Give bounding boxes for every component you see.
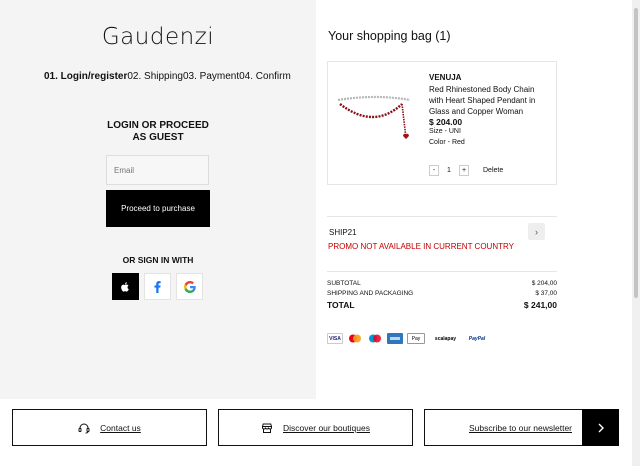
mastercard-icon bbox=[347, 333, 363, 344]
subtotal-value: $ 204,00 bbox=[531, 280, 557, 287]
product-image[interactable] bbox=[336, 90, 416, 155]
product-price: $ 204.00 bbox=[429, 117, 463, 127]
step-shipping: 02. Shipping bbox=[127, 71, 183, 82]
subtotal-row: SUBTOTAL $ 204,00 bbox=[327, 280, 557, 287]
product-size: Size - UNI bbox=[429, 128, 461, 135]
amex-icon bbox=[387, 333, 403, 344]
product-brand: VENUJA bbox=[429, 73, 462, 82]
product-color: Color - Red bbox=[429, 139, 465, 146]
apple-icon bbox=[121, 281, 129, 292]
applepay-label: Pay bbox=[411, 335, 421, 342]
total-row: TOTAL $ 241,00 bbox=[327, 300, 557, 310]
newsletter-field[interactable]: Subscribe to our newsletter bbox=[424, 409, 583, 446]
product-name[interactable]: Red Rhinestoned Body Chain with Heart Sh… bbox=[429, 84, 549, 117]
login-panel: Gaudenzi 01. Login/register02. Shipping0… bbox=[0, 0, 316, 399]
promo-code-input[interactable]: SHIP21 bbox=[329, 228, 357, 237]
google-signin-button[interactable] bbox=[176, 273, 203, 300]
step-login: 01. Login/register bbox=[44, 71, 128, 82]
shipping-value: $ 37,00 bbox=[535, 290, 557, 297]
contact-us-label: Contact us bbox=[100, 422, 141, 433]
subtotal-label: SUBTOTAL bbox=[327, 280, 361, 287]
step-confirm: 04. Confirm bbox=[239, 71, 291, 82]
contact-us-button[interactable]: Contact us bbox=[12, 409, 207, 446]
facebook-icon bbox=[154, 280, 161, 293]
payment-methods: VISA Pay scalapay PayPal bbox=[327, 333, 488, 344]
login-title-line1: LOGIN OR PROCEED bbox=[107, 120, 209, 131]
maestro-icon bbox=[367, 333, 383, 344]
divider bbox=[327, 271, 557, 272]
promo-error-message: PROMO NOT AVAILABLE IN CURRENT COUNTRY bbox=[328, 242, 514, 251]
paypal-icon: PayPal bbox=[466, 333, 488, 344]
quantity-stepper: - 1 + Delete bbox=[429, 165, 503, 176]
apply-promo-button[interactable]: › bbox=[528, 223, 545, 240]
or-sign-in-label: OR SIGN IN WITH bbox=[122, 255, 194, 265]
visa-icon: VISA bbox=[327, 333, 343, 344]
chevron-right-icon: › bbox=[535, 226, 538, 237]
newsletter-submit-button[interactable] bbox=[582, 409, 619, 446]
checkout-page: Gaudenzi 01. Login/register02. Shipping0… bbox=[0, 0, 640, 466]
bag-title: Your shopping bag (1) bbox=[328, 29, 451, 43]
scalapay-label: scalapay bbox=[434, 335, 457, 342]
store-icon bbox=[262, 423, 273, 433]
apple-signin-button[interactable] bbox=[112, 273, 139, 300]
login-title: LOGIN OR PROCEED AS GUEST bbox=[0, 120, 316, 144]
shipping-label: SHIPPING AND PACKAGING bbox=[327, 290, 414, 297]
brand-logo[interactable]: Gaudenzi bbox=[0, 24, 316, 50]
qty-increase-button[interactable]: + bbox=[459, 165, 469, 176]
checkout-steps: 01. Login/register02. Shipping03. Paymen… bbox=[44, 71, 291, 82]
divider bbox=[327, 216, 557, 217]
proceed-to-purchase-button[interactable]: Proceed to purchase bbox=[106, 190, 210, 227]
chevron-right-icon bbox=[598, 423, 604, 432]
discover-boutiques-button[interactable]: Discover our boutiques bbox=[218, 409, 413, 446]
qty-decrease-button[interactable]: - bbox=[429, 165, 439, 176]
delete-item-link[interactable]: Delete bbox=[483, 167, 503, 174]
scalapay-icon: scalapay bbox=[429, 333, 462, 344]
google-icon bbox=[183, 280, 196, 293]
headset-icon bbox=[78, 423, 90, 433]
email-field[interactable] bbox=[106, 155, 209, 185]
discover-boutiques-label: Discover our boutiques bbox=[283, 422, 370, 433]
bag-item-card: VENUJA Red Rhinestoned Body Chain with H… bbox=[327, 61, 557, 185]
facebook-signin-button[interactable] bbox=[144, 273, 171, 300]
qty-value: 1 bbox=[447, 167, 451, 174]
newsletter-label: Subscribe to our newsletter bbox=[469, 422, 572, 433]
applepay-icon: Pay bbox=[407, 333, 425, 344]
scrollbar-thumb[interactable] bbox=[634, 8, 638, 298]
total-value: $ 241,00 bbox=[523, 300, 557, 310]
shipping-row: SHIPPING AND PACKAGING $ 37,00 bbox=[327, 290, 557, 297]
page-scrollbar[interactable] bbox=[632, 0, 640, 466]
login-title-line2: AS GUEST bbox=[132, 132, 184, 143]
paypal-label: PayPal bbox=[468, 335, 486, 342]
step-payment: 03. Payment bbox=[182, 71, 240, 82]
total-label: TOTAL bbox=[327, 300, 355, 310]
